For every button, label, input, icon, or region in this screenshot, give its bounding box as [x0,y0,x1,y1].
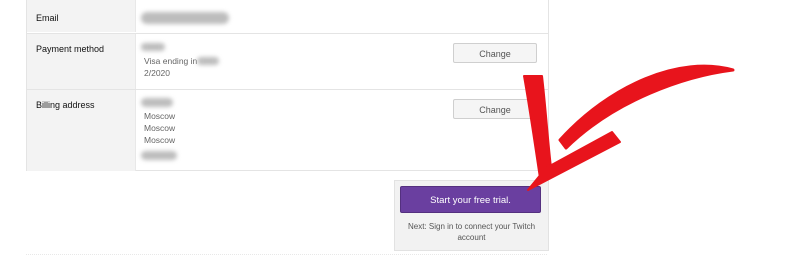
email-value-redacted [141,12,229,24]
address-line-3: Moscow [144,135,176,145]
address-postcode-redacted [141,151,177,160]
arrow-curve [558,64,735,150]
address-line-1: Moscow [144,111,176,121]
payment-method-label: Payment method [36,44,105,54]
divider [26,254,547,255]
card-expiry-text: 2/2020 [144,68,170,78]
email-label: Email [36,13,59,23]
email-row: Email [27,0,548,32]
address-label-cell: Billing address [27,90,136,171]
start-free-trial-button[interactable]: Start your free trial. [400,186,541,213]
free-trial-box: Start your free trial. Next: Sign in to … [394,180,549,251]
trial-next-step-note: Next: Sign in to connect your Twitch acc… [407,222,536,242]
cardholder-name-redacted [141,43,165,51]
change-payment-button[interactable]: Change [453,43,537,63]
payment-method-row: Payment method Visa ending in 2/2020 Cha… [27,33,548,89]
card-ending-text: Visa ending in [144,56,198,66]
billing-address-row: Billing address Moscow Moscow Moscow Cha… [27,89,548,171]
billing-info-table: Email Payment method Visa ending in 2/20… [26,0,549,171]
card-last-digits-redacted [197,57,219,65]
address-line-2: Moscow [144,123,176,133]
payment-label-cell: Payment method [27,34,136,89]
billing-address-label: Billing address [36,100,95,110]
address-name-redacted [141,98,173,107]
email-label-cell: Email [27,0,136,32]
change-address-button[interactable]: Change [453,99,537,119]
